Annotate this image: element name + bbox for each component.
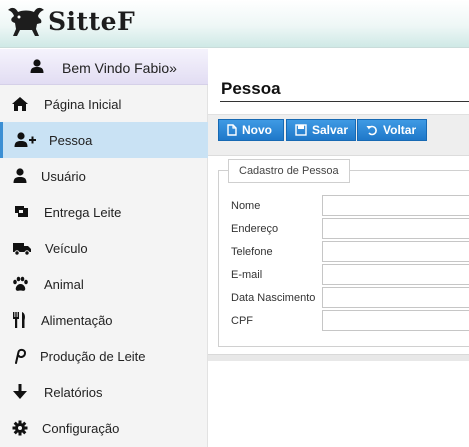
welcome-text: Bem Vindo Fabio» — [62, 60, 177, 76]
milk-delivery-icon — [15, 206, 28, 217]
pinterest-p-icon — [15, 348, 27, 364]
user-icon — [30, 59, 44, 73]
sidebar-item-producao-de-leite[interactable]: Produção de Leite — [0, 338, 208, 374]
salvar-button-label: Salvar — [312, 123, 349, 137]
sidebar-item-configuracao[interactable]: Configuração — [0, 410, 208, 446]
sidebar-item-label: Relatórios — [44, 385, 103, 400]
main-content: Pessoa Novo Salvar Voltar Cadastro de Pe… — [208, 49, 469, 447]
arrow-down-icon — [13, 384, 27, 399]
novo-button[interactable]: Novo — [218, 119, 284, 141]
sidebar-item-label: Pessoa — [49, 133, 93, 148]
sidebar-item-label: Página Inicial — [44, 97, 122, 112]
voltar-button[interactable]: Voltar — [357, 119, 427, 141]
data-nascimento-field[interactable] — [322, 287, 469, 308]
undo-icon — [366, 125, 377, 136]
field-label-telefone: Telefone — [231, 246, 273, 258]
field-label-cpf: CPF — [231, 315, 253, 327]
user-icon — [13, 168, 27, 183]
fieldset-legend: Cadastro de Pessoa — [228, 159, 350, 183]
field-label-nome: Nome — [231, 200, 261, 212]
novo-button-label: Novo — [242, 123, 272, 137]
form-panel: Cadastro de Pessoa Nome Endereço Telefon… — [208, 157, 469, 355]
brand-logo[interactable]: SitteF — [6, 4, 135, 38]
field-label-endereco: Endereço — [231, 223, 279, 235]
welcome-bar[interactable]: Bem Vindo Fabio» — [0, 49, 208, 85]
content-footer-band — [208, 355, 469, 361]
cpf-field[interactable] — [322, 310, 469, 331]
endereco-field[interactable] — [322, 218, 469, 239]
page-title: Pessoa — [221, 79, 281, 98]
bull-icon — [8, 7, 44, 36]
title-divider — [220, 101, 469, 102]
save-icon — [295, 124, 307, 136]
sidebar-item-label: Configuração — [42, 421, 120, 436]
user-plus-icon — [14, 132, 36, 147]
home-icon — [12, 97, 28, 111]
cutlery-icon — [13, 312, 25, 328]
truck-icon — [13, 243, 31, 256]
sidebar-item-pessoa[interactable]: Pessoa — [0, 122, 208, 158]
toolbar: Novo Salvar Voltar — [208, 114, 469, 156]
gear-icon — [12, 420, 28, 436]
sidebar-item-label: Usuário — [41, 169, 86, 184]
sidebar-item-animal[interactable]: Animal — [0, 266, 208, 302]
sidebar-item-label: Entrega Leite — [44, 205, 122, 220]
new-document-icon — [227, 124, 237, 136]
sidebar-item-veiculo[interactable]: Veículo — [0, 230, 208, 266]
telefone-field[interactable] — [322, 241, 469, 262]
field-label-email: E-mail — [231, 269, 263, 281]
sidebar: Bem Vindo Fabio» Página Inicial Pessoa U… — [0, 49, 208, 447]
sidebar-item-usuario[interactable]: Usuário — [0, 158, 208, 194]
sidebar-item-relatorios[interactable]: Relatórios — [0, 374, 208, 410]
brand-name: SitteF — [48, 6, 136, 36]
sidebar-item-pagina-inicial[interactable]: Página Inicial — [0, 86, 208, 122]
top-bar: SitteF — [0, 0, 469, 48]
sidebar-item-label: Alimentação — [41, 313, 113, 328]
sidebar-item-label: Veículo — [45, 241, 88, 256]
sidebar-item-alimentacao[interactable]: Alimentação — [0, 302, 208, 338]
sidebar-item-label: Produção de Leite — [40, 349, 146, 364]
sidebar-item-label: Animal — [44, 277, 84, 292]
paw-icon — [13, 276, 28, 291]
nome-field[interactable] — [322, 195, 469, 216]
email-field[interactable] — [322, 264, 469, 285]
salvar-button[interactable]: Salvar — [286, 119, 356, 141]
sidebar-item-entrega-leite[interactable]: Entrega Leite — [0, 194, 208, 230]
voltar-button-label: Voltar — [383, 123, 417, 137]
field-label-data-nascimento: Data Nascimento — [231, 292, 316, 304]
